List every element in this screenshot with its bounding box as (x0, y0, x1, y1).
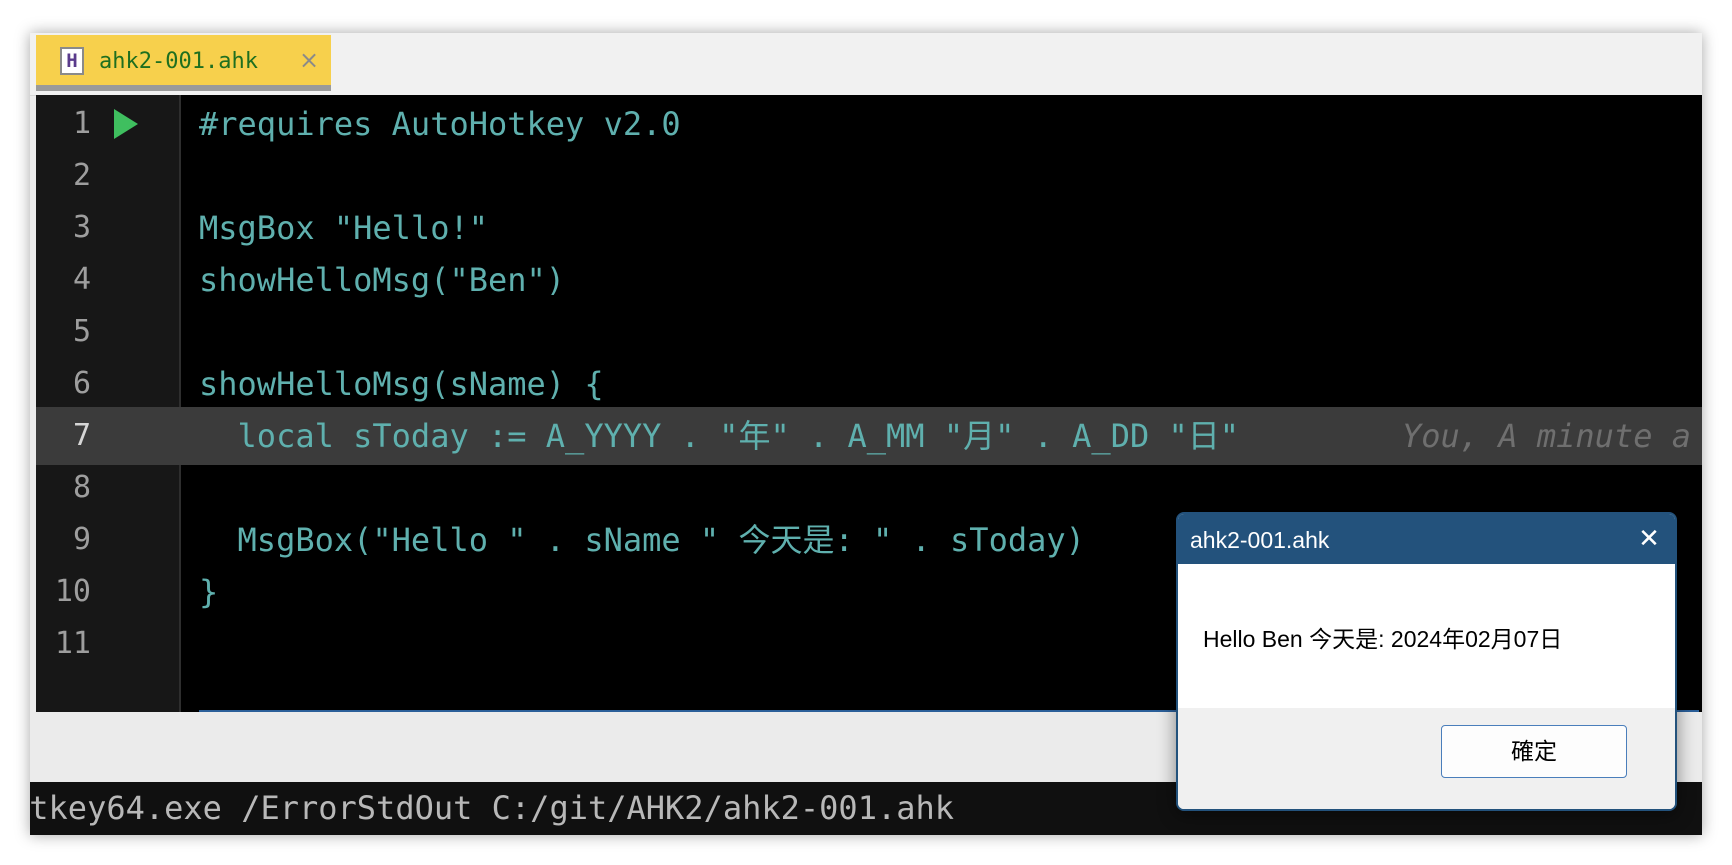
dialog-titlebar[interactable]: ahk2-001.ahk ✕ (1178, 514, 1675, 564)
line-number: 2 (72, 158, 91, 193)
code-line[interactable]: 3 MsgBox "Hello!" (36, 199, 1702, 257)
code-line[interactable]: 4 showHelloMsg("Ben") (36, 251, 1702, 309)
line-number: 7 (72, 418, 91, 453)
code-text: MsgBox "Hello!" (199, 209, 488, 247)
code-line[interactable]: 1 #requires AutoHotkey v2.0 (36, 95, 1702, 153)
message-box-dialog: ahk2-001.ahk ✕ Hello Ben 今天是: 2024年02月07… (1176, 512, 1677, 811)
code-text: showHelloMsg("Ben") (199, 261, 566, 299)
code-line[interactable]: 8 (36, 459, 1702, 517)
code-text: #requires AutoHotkey v2.0 (199, 105, 681, 143)
code-line-current[interactable]: 7 local sToday := A_YYYY . "年" . A_MM "月… (36, 407, 1702, 465)
line-number: 5 (72, 314, 91, 349)
code-line[interactable]: 2 (36, 147, 1702, 205)
code-text: showHelloMsg(sName) { (199, 365, 604, 403)
code-line[interactable]: 6 showHelloMsg(sName) { (36, 355, 1702, 413)
code-text: MsgBox("Hello " . sName " 今天是: " . sToda… (199, 521, 1085, 559)
close-icon[interactable]: ✕ (1631, 522, 1667, 556)
line-number: 3 (72, 210, 91, 245)
tab-label: ahk2-001.ahk (99, 49, 258, 74)
line-number: 1 (72, 106, 91, 141)
tab-ahk2-001[interactable]: H ahk2-001.ahk × (36, 35, 331, 91)
line-number: 4 (72, 262, 91, 297)
line-number: 6 (72, 366, 91, 401)
dialog-title: ahk2-001.ahk (1190, 527, 1330, 553)
tab-bar: H ahk2-001.ahk × (30, 33, 1702, 96)
line-number: 9 (72, 522, 91, 557)
line-number: 11 (54, 626, 91, 661)
line-number: 10 (54, 574, 91, 609)
run-arrow-icon[interactable] (114, 109, 138, 139)
terminal-command: otkey64.exe /ErrorStdOut C:/git/AHK2/ahk… (30, 789, 955, 827)
ok-button[interactable]: 確定 (1441, 725, 1627, 778)
code-text: } (199, 573, 219, 611)
code-text: local sToday := A_YYYY . "年" . A_MM "月" … (199, 417, 1240, 455)
code-line[interactable]: 5 (36, 303, 1702, 361)
git-blame-hint: You, A minute a (1402, 417, 1691, 455)
tab-close-icon[interactable]: × (295, 46, 323, 74)
line-number: 8 (72, 470, 91, 505)
ahk-file-icon: H (60, 47, 84, 75)
dialog-message: Hello Ben 今天是: 2024年02月07日 (1203, 626, 1563, 652)
